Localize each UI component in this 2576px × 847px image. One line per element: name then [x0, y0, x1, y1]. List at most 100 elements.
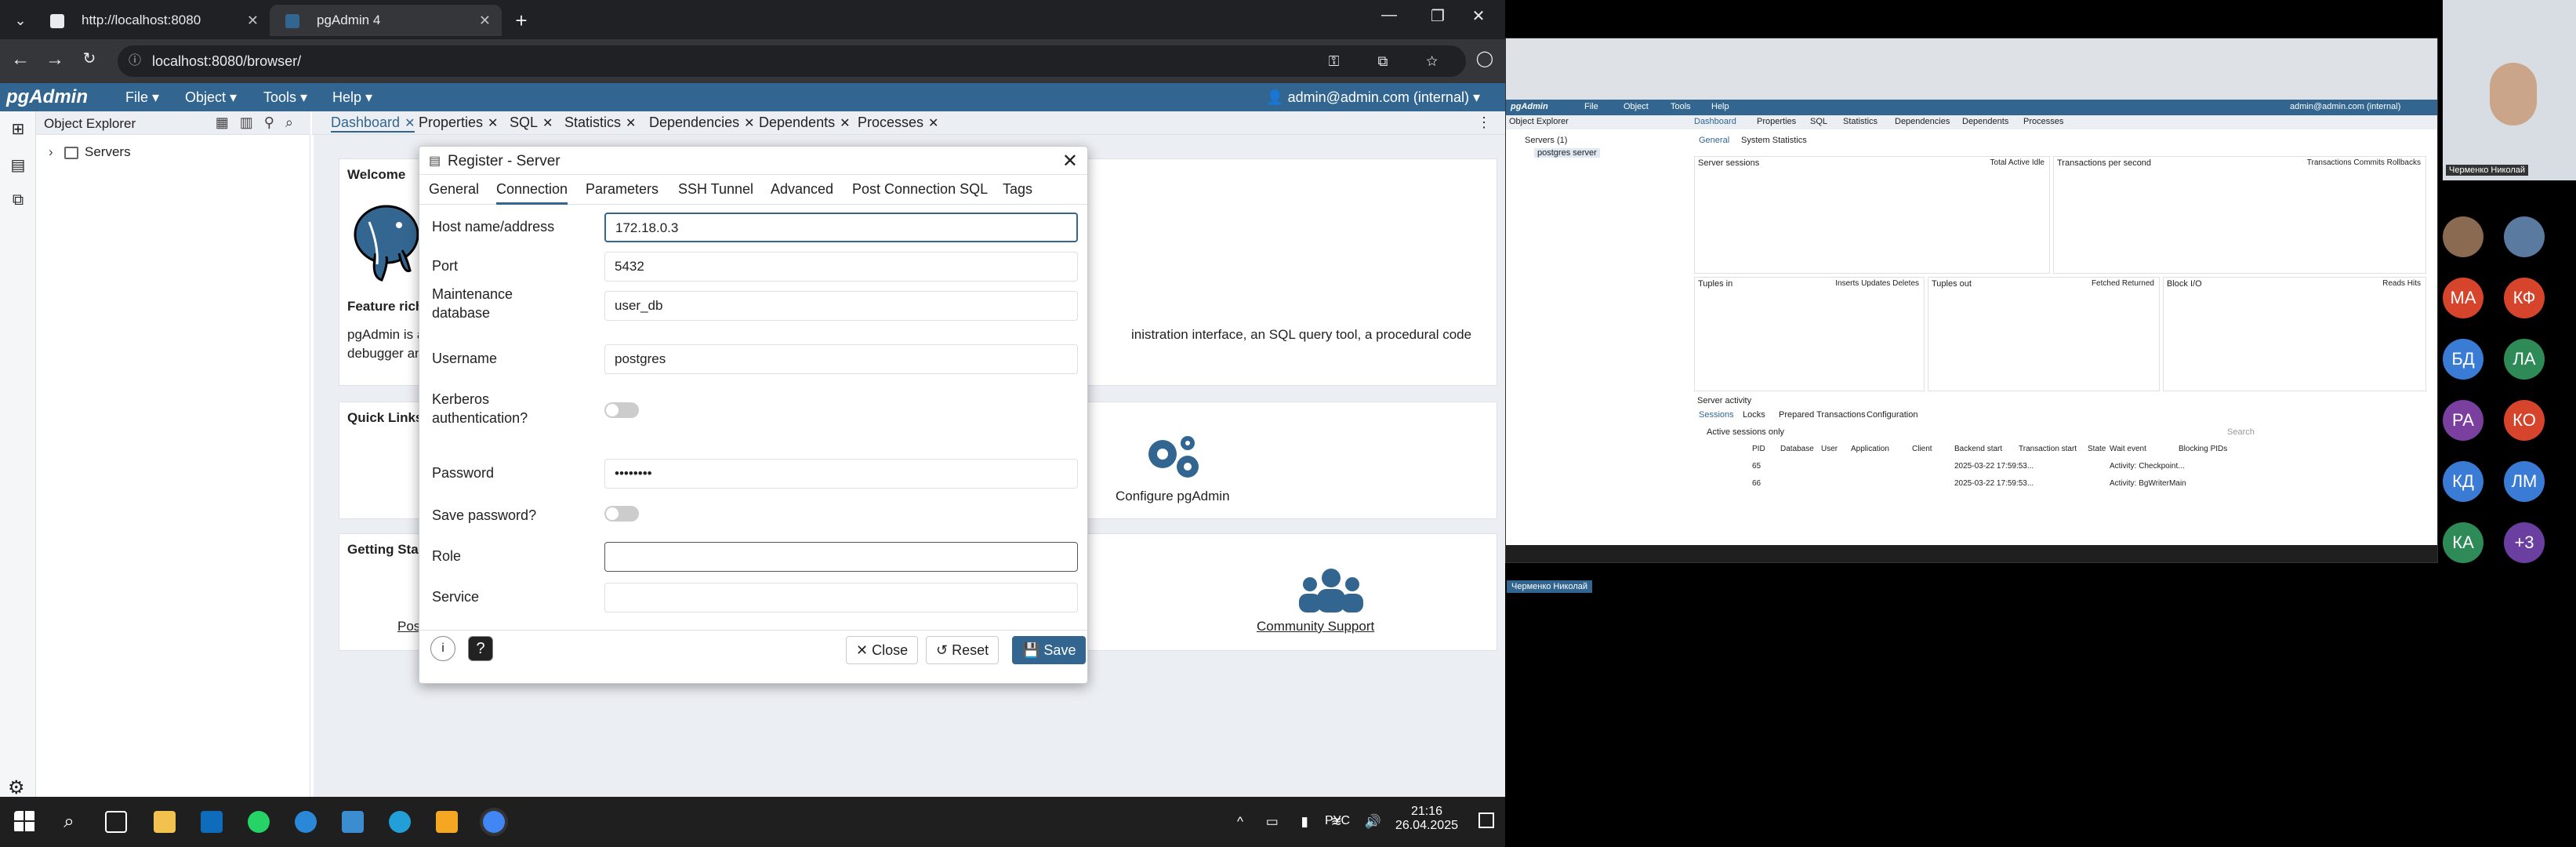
- role-input[interactable]: [604, 542, 1078, 572]
- participant-avatar[interactable]: [2443, 216, 2483, 257]
- tab-title: http://localhost:8080: [82, 13, 201, 27]
- help-icon[interactable]: ?: [468, 636, 493, 661]
- tab-properties[interactable]: Properties ✕: [419, 115, 498, 131]
- tab-search-icon[interactable]: ⌄: [6, 9, 34, 31]
- participant-avatar[interactable]: КФ: [2504, 278, 2545, 318]
- username-input[interactable]: postgres: [604, 344, 1078, 374]
- tab-tags[interactable]: Tags: [1003, 181, 1032, 202]
- tab-parameters[interactable]: Parameters: [586, 181, 659, 202]
- tab-dependencies[interactable]: Dependencies ✕: [649, 115, 755, 131]
- object-explorer-tool-icons[interactable]: ▦▥⚲⌕: [216, 115, 304, 131]
- address-bar: ← → ↻ ⓘ localhost:8080/browser/ ⚿ ⧉ ☆ ◯: [0, 39, 1505, 83]
- back-icon[interactable]: ←: [6, 49, 34, 71]
- dialog-close-icon[interactable]: ✕: [1062, 150, 1078, 173]
- tab-statistics[interactable]: Statistics ✕: [564, 115, 636, 131]
- shared-taskbar: [1506, 545, 2437, 562]
- tab-sql[interactable]: SQL ✕: [510, 115, 553, 131]
- database-icon[interactable]: ▤: [8, 155, 28, 174]
- participant-avatar[interactable]: МА: [2443, 278, 2483, 318]
- user-menu[interactable]: 👤 admin@admin.com (internal) ▾: [1266, 89, 1480, 106]
- close-icon[interactable]: ✕: [479, 5, 491, 36]
- file-explorer-icon[interactable]: [154, 811, 176, 833]
- new-tab-icon[interactable]: +: [508, 8, 535, 35]
- community-icon[interactable]: [1296, 564, 1366, 619]
- task-view-icon[interactable]: [105, 811, 127, 833]
- whatsapp-icon[interactable]: [248, 811, 270, 833]
- schema-diff-icon[interactable]: ⧉: [8, 191, 28, 210]
- tree-item-servers[interactable]: › Servers: [49, 144, 131, 160]
- tray-icons[interactable]: ^ ▭ ▮ ≋ 🔊: [1237, 814, 1391, 830]
- minimize-icon[interactable]: —: [1373, 6, 1405, 24]
- host-input[interactable]: 172.18.0.3: [604, 213, 1078, 242]
- start-icon[interactable]: [14, 811, 36, 833]
- tab-dependents[interactable]: Dependents ✕: [759, 115, 850, 131]
- close-button[interactable]: ✕ Close: [846, 636, 919, 664]
- participant-avatar[interactable]: БД: [2443, 339, 2483, 380]
- object-explorer-icon[interactable]: ⊞: [8, 119, 28, 138]
- community-support-link[interactable]: Community Support: [1257, 619, 1374, 634]
- port-input[interactable]: 5432: [604, 252, 1078, 282]
- welcome-heading: Welcome: [347, 167, 406, 182]
- participant-avatar[interactable]: [2504, 216, 2545, 257]
- menu-file[interactable]: File ▾: [125, 89, 159, 106]
- restore-icon[interactable]: ❐: [1422, 6, 1453, 26]
- participant-avatar[interactable]: КД: [2443, 461, 2483, 502]
- window-close-icon[interactable]: ✕: [1463, 6, 1494, 26]
- profile-icon[interactable]: ◯: [1471, 49, 1499, 68]
- save-button[interactable]: 💾 Save: [1012, 636, 1087, 664]
- shared-pgadmin-navbar: pgAdmin File Object Tools Help admin@adm…: [1506, 100, 2437, 115]
- tab-advanced[interactable]: Advanced: [771, 181, 833, 202]
- telegram-icon[interactable]: [389, 811, 411, 833]
- configure-pgadmin-link[interactable]: Configure pgAdmin: [1116, 489, 1230, 504]
- omnibox-action-icons[interactable]: ⚿ ⧉ ☆: [1329, 45, 1455, 77]
- tab-general[interactable]: General: [429, 181, 479, 202]
- clock[interactable]: 21:16 26.04.2025: [1395, 805, 1458, 833]
- language-indicator[interactable]: РУС: [1325, 814, 1350, 828]
- mail-icon[interactable]: [201, 811, 223, 833]
- shared-chart-block-io: Block I/O Reads Hits: [2163, 277, 2426, 391]
- server-icon: ▤: [429, 154, 441, 168]
- menu-tools[interactable]: Tools ▾: [263, 89, 307, 106]
- participant-avatar[interactable]: ЛА: [2504, 339, 2545, 380]
- info-icon[interactable]: ⓘ: [129, 45, 141, 77]
- search-icon[interactable]: ⌕: [58, 811, 80, 833]
- browser-tab-localhost[interactable]: http://localhost:8080 ✕: [34, 5, 270, 36]
- notifications-icon[interactable]: [1478, 812, 1494, 828]
- shared-activity-tab-prepared: Prepared Transactions: [1779, 410, 1866, 420]
- settings-gear-icon[interactable]: ⚙: [8, 776, 25, 799]
- save-password-toggle[interactable]: [604, 506, 639, 522]
- kerberos-toggle[interactable]: [604, 402, 639, 418]
- reset-button[interactable]: ↺ Reset: [926, 636, 1000, 664]
- chrome-icon[interactable]: [483, 811, 505, 833]
- participant-avatar[interactable]: КА: [2443, 522, 2483, 563]
- gears-icon[interactable]: [1139, 432, 1210, 487]
- chevron-right-icon[interactable]: ›: [49, 144, 64, 160]
- vscode-icon[interactable]: [342, 811, 364, 833]
- save-password-label: Save password?: [432, 507, 537, 523]
- tab-post-connection-sql[interactable]: Post Connection SQL: [852, 181, 988, 202]
- service-input[interactable]: [604, 583, 1078, 613]
- tab-ssh-tunnel[interactable]: SSH Tunnel: [678, 181, 753, 202]
- forward-icon[interactable]: →: [41, 49, 69, 71]
- more-participants-badge[interactable]: +3: [2504, 522, 2545, 563]
- tab-connection[interactable]: Connection: [496, 181, 568, 205]
- info-icon[interactable]: i: [430, 636, 455, 661]
- url-input[interactable]: ⓘ localhost:8080/browser/ ⚿ ⧉ ☆: [118, 45, 1466, 77]
- participant-avatar[interactable]: ЛМ: [2504, 461, 2545, 502]
- password-input[interactable]: ••••••••: [604, 459, 1078, 489]
- menu-help[interactable]: Help ▾: [332, 89, 372, 106]
- shared-screen: pgAdmin File Object Tools Help admin@adm…: [1505, 38, 2438, 563]
- close-icon[interactable]: ✕: [247, 5, 259, 36]
- maintenance-db-input[interactable]: user_db: [604, 291, 1078, 321]
- tab-processes[interactable]: Processes ✕: [858, 115, 938, 131]
- tab-dashboard[interactable]: Dashboard ✕: [331, 115, 415, 133]
- shared-active-only: Active sessions only: [1707, 427, 1785, 437]
- edge-icon[interactable]: [295, 811, 317, 833]
- browser-tab-pgadmin[interactable]: pgAdmin 4 ✕: [270, 5, 502, 36]
- participant-avatar[interactable]: КО: [2504, 400, 2545, 441]
- menu-object[interactable]: Object ▾: [185, 89, 237, 106]
- reload-icon[interactable]: ↻: [75, 49, 103, 68]
- panel-menu-icon[interactable]: ⋮: [1477, 115, 1491, 131]
- app-icon[interactable]: [436, 811, 458, 833]
- participant-avatar[interactable]: РА: [2443, 400, 2483, 441]
